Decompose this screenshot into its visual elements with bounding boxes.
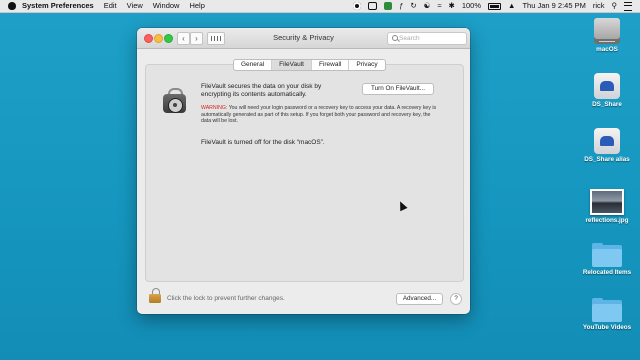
tab-firewall[interactable]: Firewall: [312, 60, 350, 70]
menu-view[interactable]: View: [127, 0, 143, 12]
menu-window[interactable]: Window: [153, 0, 180, 12]
image-file-icon: [590, 189, 624, 215]
desktop-icon-macos[interactable]: macOS: [577, 18, 637, 53]
notification-center-icon[interactable]: [624, 1, 632, 11]
security-privacy-window: ‹ › Security & Privacy General FileVault…: [137, 28, 470, 314]
desktop-icon-label: macOS: [596, 46, 618, 53]
tab-general[interactable]: General: [234, 60, 273, 70]
desktop-icon-ds-share-alias[interactable]: DS_Share alias: [577, 128, 637, 163]
script-editor-icon[interactable]: ƒ: [399, 0, 403, 12]
help-button[interactable]: ?: [450, 293, 462, 305]
hard-drive-icon: [594, 18, 620, 44]
filevault-warning: WARNING: You will need your login passwo…: [201, 105, 441, 125]
clock[interactable]: Thu Jan 9 2:45 PM: [522, 0, 585, 12]
user-menu[interactable]: rick: [593, 0, 605, 12]
title-bar[interactable]: ‹ › Security & Privacy: [137, 28, 470, 49]
menu-bar: System Preferences Edit View Window Help…: [0, 0, 640, 13]
desktop-icon-label: DS_Share alias: [584, 156, 630, 163]
battery-icon[interactable]: [488, 2, 502, 10]
time-machine-icon[interactable]: ↻: [410, 0, 416, 12]
turn-on-filevault-button[interactable]: Turn On FileVault...: [362, 83, 434, 95]
filevault-icon: [161, 88, 188, 114]
desktop-icon-youtube-videos[interactable]: YouTube Videos: [577, 298, 637, 331]
volume-icon[interactable]: ▲: [508, 0, 515, 12]
app-status-icon[interactable]: [384, 2, 393, 10]
screen-record-icon[interactable]: [353, 2, 362, 10]
desktop-icon-reflections[interactable]: reflections.jpg: [577, 189, 637, 224]
folder-icon: [592, 243, 622, 267]
menu-help[interactable]: Help: [189, 0, 204, 12]
search-icon: [392, 35, 398, 41]
menu-bar-extras: ƒ ↻ ☯ ≈ ✱ 100% ▲ Thu Jan 9 2:45 PM rick …: [346, 0, 632, 12]
filevault-status: FileVault is turned off for the disk “ma…: [201, 139, 325, 146]
network-share-icon: [594, 73, 620, 99]
apple-menu-icon[interactable]: [8, 2, 16, 10]
filevault-description: FileVault secures the data on your disk …: [201, 83, 322, 98]
folder-icon: [592, 298, 622, 322]
tab-privacy[interactable]: Privacy: [349, 60, 384, 70]
lock-icon[interactable]: [149, 288, 161, 303]
battery-percent[interactable]: 100%: [462, 0, 481, 12]
tab-bar: General FileVault Firewall Privacy: [233, 59, 386, 71]
desktop-icon-label: reflections.jpg: [585, 217, 629, 224]
advanced-button[interactable]: Advanced...: [396, 293, 443, 305]
user-switch-icon[interactable]: ☯: [424, 0, 431, 12]
desktop-icon-ds-share[interactable]: DS_Share: [577, 73, 637, 108]
search-input[interactable]: [399, 33, 461, 44]
display-icon[interactable]: [368, 2, 378, 10]
desktop-icon-label: YouTube Videos: [582, 324, 632, 331]
menu-app-name[interactable]: System Preferences: [22, 0, 94, 12]
lock-text: Click the lock to prevent further change…: [167, 295, 285, 302]
network-share-icon: [594, 128, 620, 154]
wifi-icon[interactable]: ≈: [437, 0, 441, 12]
bluetooth-icon[interactable]: ✱: [449, 0, 455, 12]
tab-filevault[interactable]: FileVault: [272, 60, 312, 70]
warning-label: WARNING:: [201, 105, 228, 111]
search-field[interactable]: [387, 32, 467, 45]
warning-text: You will need your login password or a r…: [201, 105, 437, 125]
desktop-icon-label: Relocated Items: [582, 269, 632, 276]
spotlight-icon[interactable]: ⚲: [612, 0, 618, 12]
filevault-pane: FileVault secures the data on your disk …: [145, 64, 464, 282]
desktop-icon-label: DS_Share: [592, 101, 622, 108]
menu-edit[interactable]: Edit: [104, 0, 117, 12]
desktop-icon-relocated-items[interactable]: Relocated Items: [577, 243, 637, 276]
